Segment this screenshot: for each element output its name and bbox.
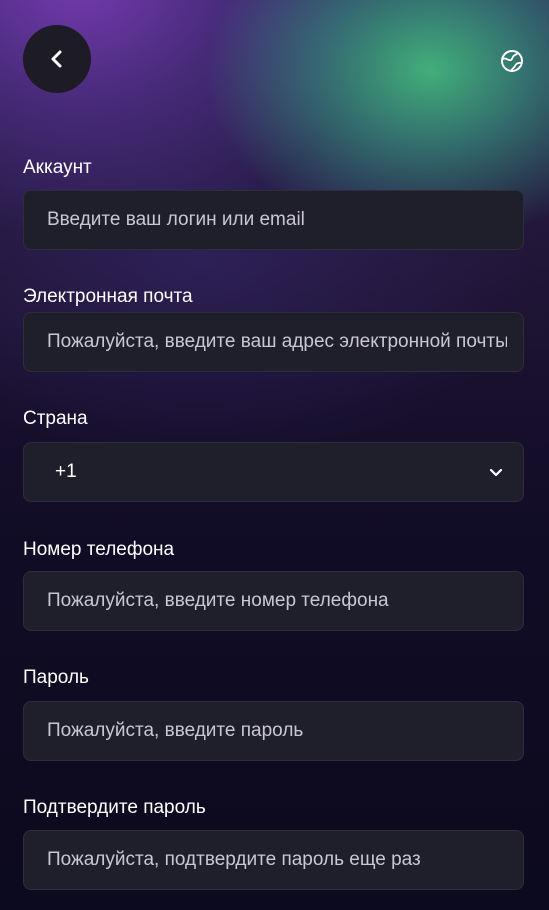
chevron-down-icon	[487, 463, 505, 481]
email-label: Электронная почта	[23, 286, 193, 307]
password-label: Пароль	[23, 667, 89, 688]
language-button[interactable]	[499, 48, 525, 74]
email-input[interactable]	[47, 331, 507, 353]
globe-icon	[501, 50, 523, 72]
password-input-box[interactable]	[23, 701, 524, 761]
country-select[interactable]: +1	[23, 442, 524, 502]
country-field: Страна +1	[23, 408, 526, 502]
phone-input-box[interactable]	[23, 571, 524, 631]
confirm-password-input[interactable]	[47, 849, 507, 871]
account-label: Аккаунт	[23, 157, 92, 178]
account-field: Аккаунт	[23, 157, 526, 250]
country-label: Страна	[23, 408, 88, 429]
phone-field: Номер телефона	[23, 539, 526, 631]
password-input[interactable]	[47, 720, 507, 742]
confirm-password-label: Подтвердите пароль	[23, 797, 206, 818]
country-select-value: +1	[55, 461, 77, 482]
chevron-left-icon	[51, 50, 62, 68]
account-input-box[interactable]	[23, 190, 524, 250]
phone-label: Номер телефона	[23, 539, 175, 560]
back-button[interactable]	[23, 25, 91, 93]
email-input-box[interactable]	[23, 312, 524, 372]
register-screen: Аккаунт Электронная почта Страна +1 Номе…	[0, 0, 549, 910]
password-field: Пароль	[23, 667, 526, 761]
email-field: Электронная почта	[23, 286, 526, 372]
confirm-password-input-box[interactable]	[23, 830, 524, 890]
account-input[interactable]	[47, 209, 507, 231]
confirm-password-field: Подтвердите пароль	[23, 797, 526, 890]
phone-input[interactable]	[47, 590, 507, 612]
